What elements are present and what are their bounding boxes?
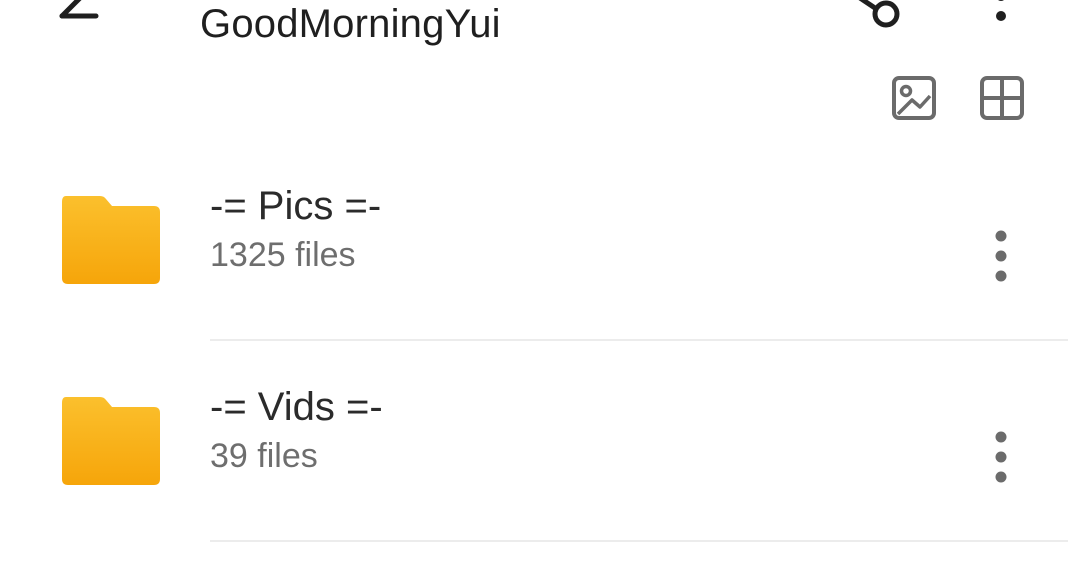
folder-list: -= Pics =- 1325 files -= Vids =- 39 file…: [0, 140, 1080, 542]
folder-name: -= Pics =-: [210, 184, 382, 228]
folder-name: -= Vids =-: [210, 385, 383, 429]
image-icon: [892, 76, 936, 120]
more-vert-icon: [996, 0, 1006, 21]
folder-icon: [62, 397, 160, 485]
share-icon: [858, 0, 900, 28]
folder-row-pics[interactable]: -= Pics =- 1325 files: [0, 140, 1080, 341]
gallery-view-button[interactable]: [890, 74, 938, 122]
folder-options-button[interactable]: [984, 228, 1018, 288]
folder-options-button[interactable]: [984, 429, 1018, 489]
folder-icon: [62, 196, 160, 284]
more-options-button[interactable]: [986, 0, 1016, 24]
share-button[interactable]: [838, 0, 908, 36]
more-vert-icon: [995, 431, 1007, 483]
folder-file-count: 1325 files: [210, 236, 356, 274]
grid-view-button[interactable]: [978, 74, 1026, 122]
album-screen: GoodMorningYui -= Pics =- 1325 files -= …: [0, 0, 1080, 564]
folder-file-count: 39 files: [210, 437, 318, 475]
back-button[interactable]: [56, 0, 106, 26]
folder-row-vids[interactable]: -= Vids =- 39 files: [0, 341, 1080, 542]
arrow-back-icon: [59, 0, 99, 19]
divider: [210, 540, 1068, 542]
more-vert-icon: [995, 230, 1007, 282]
grid-view-icon: [980, 76, 1024, 120]
page-title: GoodMorningYui: [200, 2, 501, 46]
